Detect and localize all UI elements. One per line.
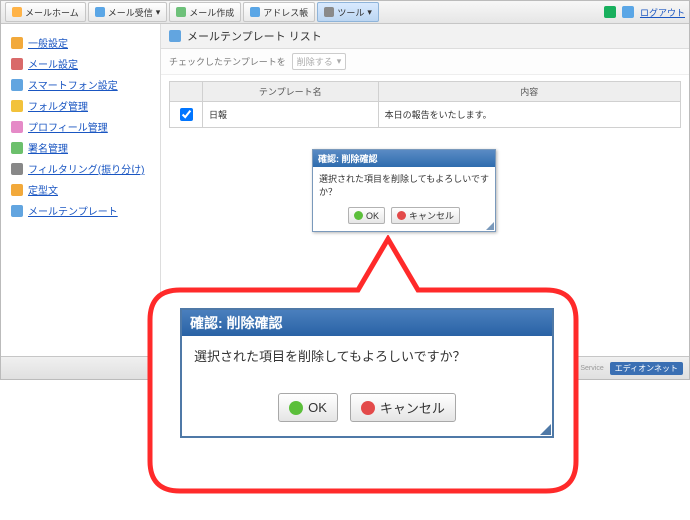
- top-tabs: メールホーム メール受信▾ メール作成 アドレス帳 ツール▾ ログアウト: [1, 1, 689, 24]
- row-checkbox[interactable]: [180, 108, 193, 121]
- template-icon: [169, 30, 181, 42]
- template-table: テンプレート名 内容 日報 本日の報告をいたします。: [169, 81, 681, 128]
- sidebar-item-sign[interactable]: 署名管理: [28, 140, 68, 155]
- cancel-icon: [397, 211, 406, 220]
- ok-button[interactable]: OK: [348, 207, 385, 224]
- dialog-message: 選択された項目を削除してもよろしいですか？: [182, 336, 552, 375]
- folder-icon: [11, 100, 23, 112]
- sidebar-item-mail[interactable]: メール設定: [28, 56, 78, 71]
- filter-bar: チェックしたテンプレートを 削除する▾: [161, 49, 689, 75]
- check-icon: [289, 401, 303, 415]
- logout-link[interactable]: ログアウト: [640, 6, 685, 19]
- fixed-icon: [11, 184, 23, 196]
- check-icon: [354, 211, 363, 220]
- tab-address[interactable]: アドレス帳: [243, 2, 315, 22]
- sidebar-item-profile[interactable]: プロフィール管理: [28, 119, 108, 134]
- sidebar: 一般設定 メール設定 スマートフォン設定 フォルダ管理 プロフィール管理 署名管…: [1, 24, 161, 358]
- sidebar-item-folder[interactable]: フォルダ管理: [28, 98, 88, 113]
- dialog-title: 確認: 削除確認: [182, 310, 552, 336]
- callout-bubble: 確認: 削除確認 選択された項目を削除してもよろしいですか？ OK キャンセル: [146, 235, 580, 495]
- confirm-dialog-small: 確認: 削除確認 選択された項目を削除してもよろしいですか？ OK キャンセル: [312, 149, 496, 232]
- resize-handle-icon[interactable]: [540, 424, 551, 435]
- logout-icon[interactable]: [622, 6, 634, 18]
- cancel-icon: [361, 401, 375, 415]
- ok-button[interactable]: OK: [278, 393, 338, 422]
- filter-icon: [11, 163, 23, 175]
- template-icon: [11, 205, 23, 217]
- profile-icon: [11, 121, 23, 133]
- filter-label: チェックしたテンプレートを: [169, 55, 286, 68]
- dropdown-icon: ▾: [367, 7, 372, 18]
- cancel-button[interactable]: キャンセル: [350, 393, 456, 422]
- cell-name: 日報: [203, 102, 379, 128]
- dialog-title: 確認: 削除確認: [313, 150, 495, 167]
- status-brand: エディオンネット: [610, 362, 683, 375]
- confirm-dialog-big: 確認: 削除確認 選択された項目を削除してもよろしいですか？ OK キャンセル: [180, 308, 554, 438]
- sidebar-item-smartphone[interactable]: スマートフォン設定: [28, 77, 118, 92]
- col-check: [170, 82, 203, 102]
- dialog-message: 選択された項目を削除してもよろしいですか？: [313, 167, 495, 203]
- sidebar-item-filter[interactable]: フィルタリング(振り分け): [28, 161, 144, 176]
- col-body: 内容: [378, 82, 680, 102]
- main-title-bar: メールテンプレート リスト: [161, 24, 689, 49]
- sidebar-item-fixed[interactable]: 定型文: [28, 182, 58, 197]
- chevron-down-icon: ▾: [337, 56, 342, 67]
- tab-tools[interactable]: ツール▾: [317, 2, 379, 22]
- gear-icon: [11, 37, 23, 49]
- filter-select[interactable]: 削除する▾: [292, 53, 347, 70]
- sign-icon: [11, 142, 23, 154]
- col-name: テンプレート名: [203, 82, 379, 102]
- page-title: メールテンプレート リスト: [187, 28, 322, 44]
- cancel-button[interactable]: キャンセル: [391, 207, 460, 224]
- dropdown-icon: ▾: [156, 7, 161, 18]
- resize-handle-icon[interactable]: [486, 222, 494, 230]
- sidebar-item-general[interactable]: 一般設定: [28, 35, 68, 50]
- cell-body: 本日の報告をいたします。: [378, 102, 680, 128]
- mail-icon: [11, 58, 23, 70]
- help-icon[interactable]: [604, 6, 616, 18]
- tab-mail-home[interactable]: メールホーム: [5, 2, 86, 22]
- table-row[interactable]: 日報 本日の報告をいたします。: [170, 102, 681, 128]
- tab-mail-recv[interactable]: メール受信▾: [88, 2, 168, 22]
- tab-mail-new[interactable]: メール作成: [169, 2, 241, 22]
- sidebar-item-template[interactable]: メールテンプレート: [28, 203, 118, 218]
- phone-icon: [11, 79, 23, 91]
